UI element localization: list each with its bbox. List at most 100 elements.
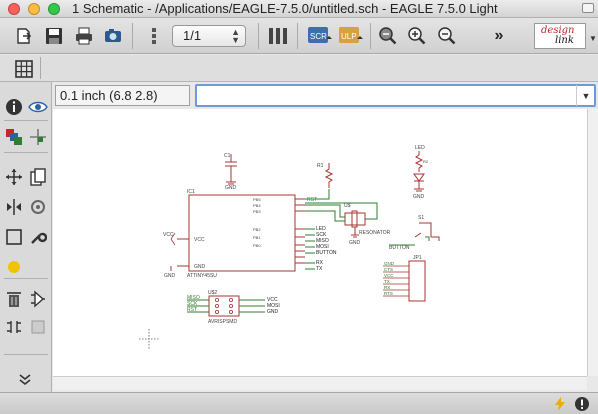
ic1-pin-pb4: PB4 — [253, 203, 261, 208]
command-history-dropdown[interactable]: ▼ — [576, 85, 595, 106]
rotate-icon[interactable] — [27, 196, 49, 218]
led-circuit[interactable]: LED R2 GND — [413, 145, 429, 200]
resistor-r1[interactable]: R1 — [305, 163, 334, 200]
jp1-pin-rts: RTS — [384, 291, 393, 296]
command-input[interactable] — [195, 84, 596, 107]
add-icon[interactable] — [27, 288, 49, 310]
parameter-toolbar — [0, 55, 598, 82]
vertical-scrollbar[interactable] — [587, 109, 598, 376]
script-label: SCR — [310, 32, 327, 41]
net-tx: TX — [316, 266, 323, 272]
net-rst: RST — [307, 197, 317, 203]
jp1-pin-tx: TX — [384, 279, 390, 284]
resonator-gnd-label: GND — [349, 240, 361, 246]
zoom-out-icon[interactable] — [435, 24, 459, 48]
jp1-pin-cts: CTS — [384, 267, 393, 272]
save-icon[interactable] — [42, 24, 66, 48]
r2-label: R2 — [423, 159, 429, 164]
grid-icon[interactable] — [12, 57, 36, 81]
ulp-icon[interactable]: ULP — [337, 24, 365, 48]
show-icon[interactable] — [27, 96, 49, 118]
isp-pin-rst: RST — [187, 307, 197, 313]
sheet-select[interactable]: 1/1 ▲ ▼ — [172, 25, 246, 47]
layer-icon[interactable] — [3, 126, 25, 148]
r1-label: R1 — [317, 163, 324, 169]
c1-gnd-label: GND — [225, 185, 237, 191]
ic1-gnd-net-label: GND — [164, 273, 176, 279]
ic1-attiny[interactable]: IC1 VCC GND ATTINY45SU PB5 PB4 PB3 PB2 P… — [170, 189, 305, 279]
print-icon[interactable] — [72, 24, 96, 48]
ic1-pin-pb5: PB5 — [253, 197, 261, 202]
paste-icon[interactable] — [3, 256, 25, 278]
resonator-value: RESONATOR — [359, 230, 391, 236]
jp1-label: JP1 — [413, 255, 422, 261]
close-window-button[interactable] — [8, 3, 20, 15]
horizontal-scrollbar[interactable] — [53, 376, 587, 390]
command-sidebar — [0, 82, 52, 392]
main-toolbar: 1/1 ▲ ▼ SCR ULP » design link ▼ — [0, 18, 598, 54]
cam-icon[interactable] — [101, 24, 125, 48]
schematic-canvas[interactable]: C1 GND IC1 VCC GND ATTINY45SU PB5 PB4 PB… — [53, 109, 587, 376]
s1-label: S1 — [418, 215, 424, 221]
expand-icon[interactable] — [14, 368, 36, 390]
pinswap-icon[interactable] — [3, 316, 25, 338]
window-title: 1 Schematic - /Applications/EAGLE-7.5.0/… — [72, 1, 498, 16]
jp1-pin-rx: RX — [384, 285, 390, 290]
move-icon[interactable] — [3, 166, 25, 188]
jp1-pin-gnd: GND — [384, 261, 395, 266]
led-label: LED — [415, 145, 425, 151]
ic1-pin-pb3: PB3 — [253, 209, 261, 214]
ic1-gnd-pin: GND — [194, 264, 206, 270]
open-icon[interactable] — [12, 24, 36, 48]
copy-icon[interactable] — [27, 166, 49, 188]
c1-label: C1 — [224, 153, 231, 159]
designlink-button[interactable]: design link — [534, 23, 586, 49]
zoom-window-button[interactable] — [48, 3, 60, 15]
isp-header[interactable]: U$2 MISO SCK RST VCC MOSI GND AVRISPSMD — [187, 290, 280, 325]
lightning-icon[interactable] — [552, 396, 568, 412]
info-icon[interactable] — [3, 96, 25, 118]
logo-dropdown-icon[interactable]: ▼ — [589, 34, 597, 43]
sheet-value: 1/1 — [183, 28, 202, 43]
ic1-vcc-pin: VCC — [194, 237, 205, 243]
delete-icon[interactable] — [3, 288, 25, 310]
logo-line2: link — [555, 35, 574, 46]
gateswap-icon[interactable] — [27, 316, 49, 338]
isp-name-label: U$2 — [208, 290, 217, 296]
title-bar: 1 Schematic - /Applications/EAGLE-7.5.0/… — [0, 0, 598, 18]
stop-icon[interactable] — [574, 396, 590, 412]
zoom-fit-icon[interactable] — [376, 24, 400, 48]
status-bar — [0, 392, 598, 414]
button-s1[interactable]: S1 BUTTON — [389, 215, 440, 251]
mark-icon[interactable] — [27, 126, 49, 148]
mirror-icon[interactable] — [3, 196, 25, 218]
coordinate-display: 0.1 inch (6.8 2.8) — [55, 85, 190, 106]
group-icon[interactable] — [3, 226, 25, 248]
jp1-pin-vcc: VCC — [384, 273, 394, 278]
ulp-label: ULP — [341, 32, 357, 41]
crosshair-cursor — [139, 329, 159, 349]
board-icon[interactable] — [142, 24, 166, 48]
ic1-pin-pb0: PB0 — [253, 243, 261, 248]
ic1-pin-pb2: PB2 — [253, 227, 261, 232]
change-icon[interactable] — [27, 226, 49, 248]
minimize-window-button[interactable] — [28, 3, 40, 15]
zoom-in-icon[interactable] — [405, 24, 429, 48]
led-gnd-label: GND — [413, 194, 425, 200]
ic1-name-label: IC1 — [187, 189, 195, 195]
net-button: BUTTON — [316, 250, 337, 256]
run-ulp-icon[interactable] — [266, 24, 290, 48]
select-arrows-icon: ▲ ▼ — [231, 27, 240, 45]
script-icon[interactable]: SCR — [306, 24, 334, 48]
header-jp1[interactable]: JP1 GND CTS VCC TX RX RTS — [383, 255, 426, 302]
ic1-pin-pb1: PB1 — [253, 235, 261, 240]
s1-net-label: BUTTON — [389, 245, 410, 251]
schematic-drawing: C1 GND IC1 VCC GND ATTINY45SU PB5 PB4 PB… — [139, 145, 440, 349]
isp-value-label: AVRISPSMD — [208, 319, 237, 325]
capacitor-c1[interactable]: C1 GND — [224, 153, 237, 191]
fullscreen-button[interactable] — [582, 3, 594, 13]
isp-pin-gnd: GND — [267, 309, 279, 315]
ic1-value-label: ATTINY45SU — [187, 273, 217, 279]
ic1-vcc-net-label: VCC — [163, 232, 174, 238]
more-icon[interactable]: » — [487, 24, 511, 48]
